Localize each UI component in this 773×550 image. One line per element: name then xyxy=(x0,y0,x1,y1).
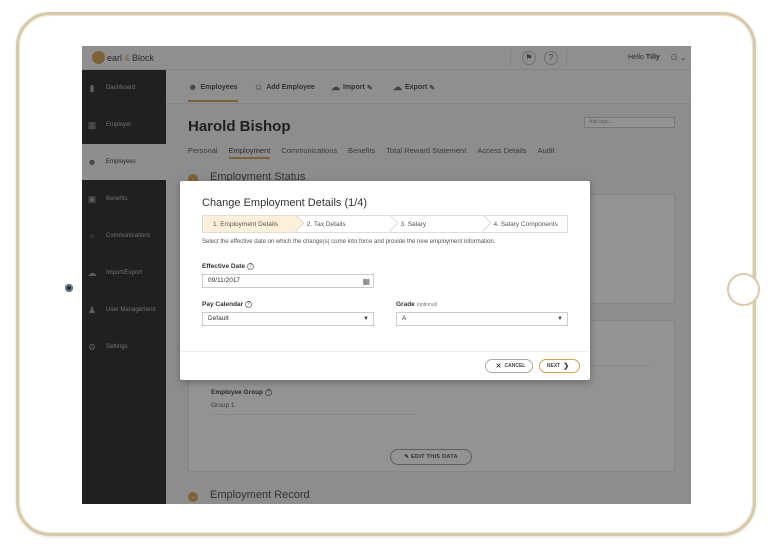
step-label: 3. Salary xyxy=(400,220,427,228)
change-employment-modal: Change Employment Details (1/4) 1. Emplo… xyxy=(180,181,590,380)
grade-label: Grade (optional) xyxy=(396,301,437,308)
grade-optional-text: (optional) xyxy=(416,302,438,308)
grade-select[interactable]: A ▼ xyxy=(396,312,568,326)
caret-down-icon: ▼ xyxy=(363,316,369,322)
effective-date-input[interactable]: 09/11/2017 ▦ xyxy=(202,274,374,288)
modal-title: Change Employment Details (1/4) xyxy=(202,197,368,209)
pay-calendar-label-text: Pay Calendar xyxy=(202,301,244,309)
cancel-label: CANCEL xyxy=(504,363,526,369)
divider xyxy=(180,351,590,352)
step-salary[interactable]: 3. Salary xyxy=(389,214,492,233)
help-icon[interactable]: ? xyxy=(245,301,253,308)
effective-date-label-text: Effective Date xyxy=(202,263,245,271)
cancel-button[interactable]: ✕ CANCEL xyxy=(485,359,533,373)
help-icon[interactable]: ? xyxy=(247,263,254,270)
pay-calendar-value: Default xyxy=(208,315,229,322)
camera-icon xyxy=(65,284,73,292)
grade-label-text: Grade xyxy=(396,301,415,308)
caret-down-icon: ▼ xyxy=(557,316,563,322)
calendar-icon[interactable]: ▦ xyxy=(362,276,370,288)
app-screen: earl & Block ⚑ ? Hello Tilly ☺ ⌄ ▮ Dashb… xyxy=(82,46,691,504)
next-label: NEXT xyxy=(546,363,561,369)
pay-calendar-select[interactable]: Default ▼ xyxy=(202,312,374,326)
step-tax-details[interactable]: 2. Tax Details xyxy=(295,214,398,233)
grade-value: A xyxy=(402,315,407,322)
step-label: 1. Employment Details xyxy=(213,220,279,228)
step-label: 4. Salary Components xyxy=(493,220,558,228)
step-employment-details[interactable]: 1. Employment Details xyxy=(202,214,305,233)
modal-description: Select the effective date on which the c… xyxy=(202,239,496,245)
home-button[interactable] xyxy=(727,273,760,306)
next-button[interactable]: NEXT ❯ xyxy=(539,359,580,373)
step-salary-components[interactable]: 4. Salary Components xyxy=(483,215,568,233)
effective-date-label: Effective Date? xyxy=(202,263,254,270)
effective-date-value: 09/11/2017 xyxy=(208,277,241,284)
chevron-right-icon: ❯ xyxy=(563,363,570,370)
close-icon: ✕ xyxy=(495,363,502,370)
step-label: 2. Tax Details xyxy=(306,220,346,228)
wizard-stepper: 1. Employment Details 2. Tax Details 3. … xyxy=(202,214,568,233)
pay-calendar-label: Pay Calendar? xyxy=(202,301,253,309)
